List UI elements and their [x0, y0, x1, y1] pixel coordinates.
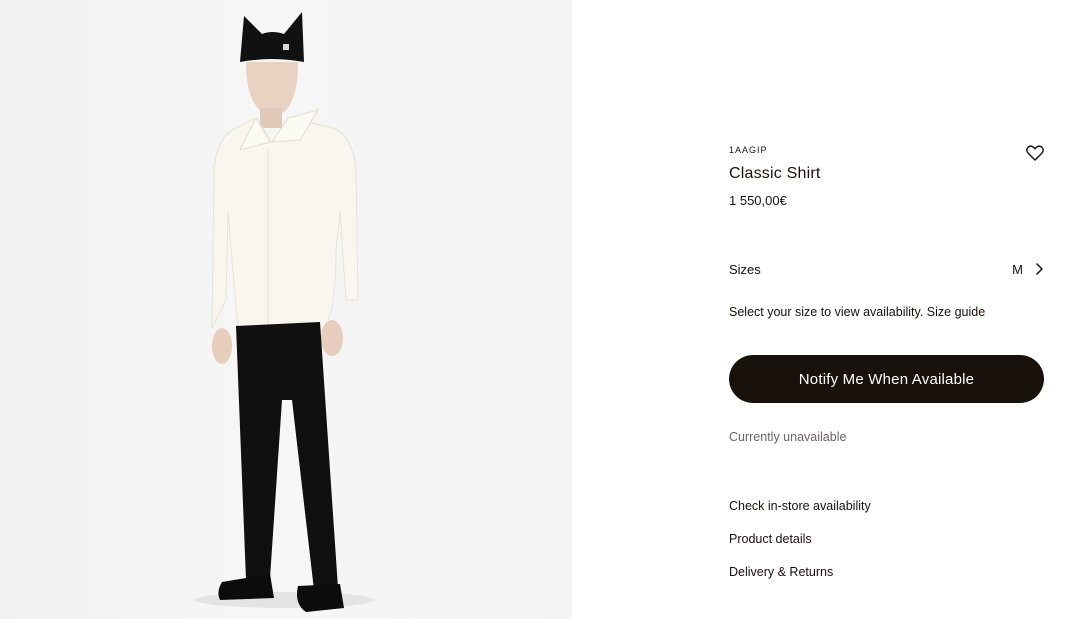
delivery-returns-link[interactable]: Delivery & Returns	[729, 565, 871, 598]
sizes-selector[interactable]: Sizes M	[729, 258, 1045, 282]
product-image[interactable]	[0, 0, 572, 619]
size-guide-link[interactable]: Size guide	[927, 305, 985, 319]
sizes-label: Sizes	[729, 262, 761, 277]
product-links: Check in-store availability Product deta…	[729, 499, 871, 598]
check-in-store-link[interactable]: Check in-store availability	[729, 499, 871, 532]
selected-size: M	[1012, 262, 1023, 277]
wishlist-button[interactable]	[1025, 143, 1045, 163]
notify-me-button[interactable]: Notify Me When Available	[729, 355, 1044, 403]
model-illustration	[195, 12, 375, 612]
product-price: 1 550,00€	[729, 193, 787, 208]
product-page: 1AAGIP Classic Shirt 1 550,00€ Sizes M S…	[0, 0, 1088, 619]
product-info-panel: 1AAGIP Classic Shirt 1 550,00€ Sizes M S…	[729, 0, 1045, 619]
product-details-link[interactable]: Product details	[729, 532, 871, 565]
product-sku: 1AAGIP	[729, 145, 768, 155]
heart-icon	[1026, 145, 1044, 161]
availability-status: Currently unavailable	[729, 430, 847, 444]
size-help-message: Select your size to view availability.	[729, 305, 927, 319]
chevron-right-icon	[1036, 263, 1043, 275]
product-title: Classic Shirt	[729, 165, 821, 182]
size-help-text: Select your size to view availability. S…	[729, 305, 985, 319]
